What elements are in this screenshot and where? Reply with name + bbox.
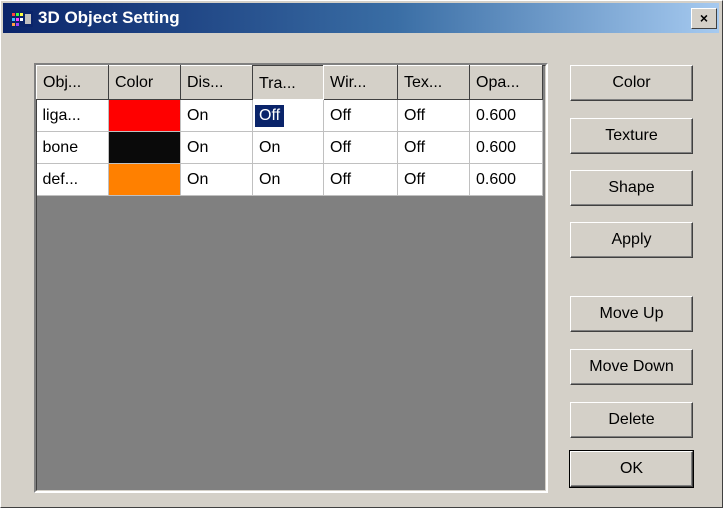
cell-opacity[interactable]: 0.600 (469, 163, 543, 196)
cell-texture[interactable]: Off (397, 131, 470, 164)
delete-button[interactable]: Delete (570, 402, 693, 438)
cell-opacity[interactable]: 0.600 (469, 131, 543, 164)
cell-wireframe[interactable]: Off (323, 163, 398, 196)
cell-opacity[interactable]: 0.600 (469, 99, 543, 132)
shape-button[interactable]: Shape (570, 170, 693, 206)
table-row[interactable]: bone On On Off Off 0.600 (36, 131, 543, 164)
cell-display[interactable]: On (180, 163, 253, 196)
column-header-texture[interactable]: Tex... (397, 65, 470, 100)
close-icon: × (699, 10, 709, 26)
cell-display[interactable]: On (180, 99, 253, 132)
move-down-button[interactable]: Move Down (570, 349, 693, 385)
table-row[interactable]: def... On On Off Off 0.600 (36, 163, 543, 196)
app-icon (11, 11, 33, 27)
cell-transparency[interactable]: Off (252, 99, 324, 132)
cell-display[interactable]: On (180, 131, 253, 164)
selected-cell-value[interactable]: Off (253, 103, 286, 128)
cell-texture[interactable]: Off (397, 99, 470, 132)
cell-transparency[interactable]: On (252, 163, 324, 196)
column-header-wireframe[interactable]: Wir... (323, 65, 398, 100)
title-bar[interactable]: 3D Object Setting × (3, 3, 719, 33)
cell-object[interactable]: def... (36, 163, 109, 196)
object-table: Obj... Color Dis... Tra... Wir... Tex...… (36, 65, 543, 196)
cell-object[interactable]: bone (36, 131, 109, 164)
column-header-color[interactable]: Color (108, 65, 181, 100)
column-header-display[interactable]: Dis... (180, 65, 253, 100)
cell-wireframe[interactable]: Off (323, 99, 398, 132)
cell-object[interactable]: liga... (36, 99, 109, 132)
close-button[interactable]: × (691, 8, 717, 29)
dialog-window: 3D Object Setting × Obj... Color Dis... … (0, 0, 723, 508)
table-header-row: Obj... Color Dis... Tra... Wir... Tex...… (36, 65, 543, 100)
cell-transparency[interactable]: On (252, 131, 324, 164)
move-up-button[interactable]: Move Up (570, 296, 693, 332)
column-header-opacity[interactable]: Opa... (469, 65, 543, 100)
window-title: 3D Object Setting (38, 8, 180, 27)
table-row[interactable]: liga... On Off Off Off 0.600 (36, 99, 543, 132)
object-list[interactable]: Obj... Color Dis... Tra... Wir... Tex...… (34, 63, 548, 493)
cell-texture[interactable]: Off (397, 163, 470, 196)
apply-button[interactable]: Apply (570, 222, 693, 258)
color-swatch[interactable] (108, 163, 181, 196)
color-swatch[interactable] (108, 131, 181, 164)
ok-button[interactable]: OK (569, 450, 694, 488)
column-header-transparency[interactable]: Tra... (252, 65, 324, 100)
texture-button[interactable]: Texture (570, 118, 693, 154)
color-button[interactable]: Color (570, 65, 693, 101)
cell-wireframe[interactable]: Off (323, 131, 398, 164)
color-swatch[interactable] (108, 99, 181, 132)
column-header-object[interactable]: Obj... (36, 65, 109, 100)
